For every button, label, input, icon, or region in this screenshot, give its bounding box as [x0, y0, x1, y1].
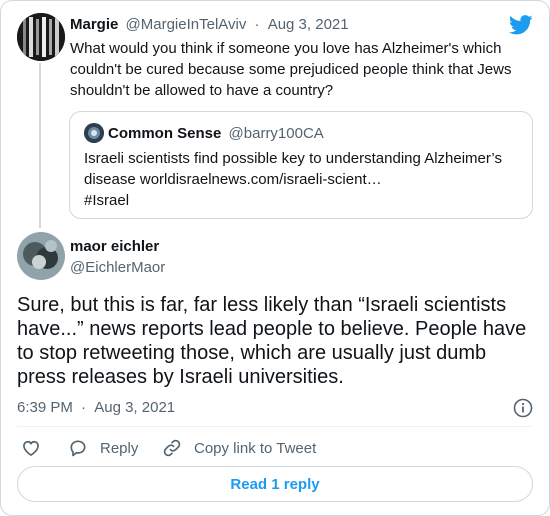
parent-author-handle[interactable]: @MargieInTelAviv [126, 16, 247, 33]
heart-icon [23, 440, 39, 457]
main-tweet-line-3: to stop retweeting those, which are usua… [17, 342, 487, 364]
main-tweet-time[interactable]: 6:39 PM [17, 399, 73, 416]
main-author-name[interactable]: maor eichler [70, 238, 159, 255]
quoted-tweet-header: Common Sense @barry100CA [108, 125, 324, 142]
quoted-author-name: Common Sense [108, 125, 222, 142]
main-tweet-line-4: press releases by Israeli universities. [17, 366, 344, 388]
thread-line [39, 63, 41, 228]
parent-author-name[interactable]: Margie [70, 16, 118, 33]
copy-link-button[interactable]: Copy link to Tweet [162, 438, 316, 458]
header-separator: · [254, 16, 260, 33]
common-sense-avatar [84, 123, 104, 143]
reply-icon [70, 440, 86, 457]
like-button[interactable] [21, 438, 53, 458]
tweet-embed-card: Margie @MargieInTelAviv · Aug 3, 2021 Wh… [0, 0, 550, 516]
read-replies-label: Read 1 reply [230, 475, 320, 493]
copy-link-label: Copy link to Tweet [194, 439, 317, 457]
quoted-tweet-hashtag[interactable]: #Israel [84, 190, 129, 211]
parent-tweet-header: Margie @MargieInTelAviv · Aug 3, 2021 [70, 16, 349, 33]
maor-avatar[interactable] [17, 232, 65, 280]
quoted-tweet[interactable]: Common Sense @barry100CA Israeli scienti… [69, 111, 533, 219]
info-icon[interactable] [513, 398, 533, 418]
quoted-tweet-line-2: disease worldisraelnews.com/israeli-scie… [84, 171, 382, 188]
divider [17, 426, 533, 427]
quoted-author-handle: @barry100CA [228, 125, 324, 142]
parent-tweet-line-1: What would you think if someone you love… [70, 40, 502, 57]
reply-label: Reply [100, 439, 139, 457]
meta-separator: · [81, 399, 87, 416]
reply-button[interactable]: Reply [68, 438, 138, 458]
link-icon [163, 439, 181, 457]
read-replies-button[interactable]: Read 1 reply [17, 466, 533, 502]
margie-avatar[interactable] [17, 13, 65, 61]
parent-tweet-line-2: couldn't be cured because some prejudice… [70, 61, 512, 78]
quoted-tweet-line-1: Israeli scientists find possible key to … [84, 150, 502, 167]
main-author-handle[interactable]: @EichlerMaor [70, 259, 165, 276]
parent-tweet-line-3: shouldn't be allowed to have a country? [70, 82, 334, 99]
main-tweet-line-1: Sure, but this is far, far less likely t… [17, 294, 507, 316]
twitter-bird-icon[interactable] [509, 15, 533, 37]
main-tweet-date[interactable]: Aug 3, 2021 [94, 399, 175, 416]
main-tweet-meta: 6:39 PM · Aug 3, 2021 [17, 399, 175, 416]
main-tweet-line-2: have...” news reports lead people to bel… [17, 318, 527, 340]
parent-tweet-date[interactable]: Aug 3, 2021 [268, 16, 349, 33]
